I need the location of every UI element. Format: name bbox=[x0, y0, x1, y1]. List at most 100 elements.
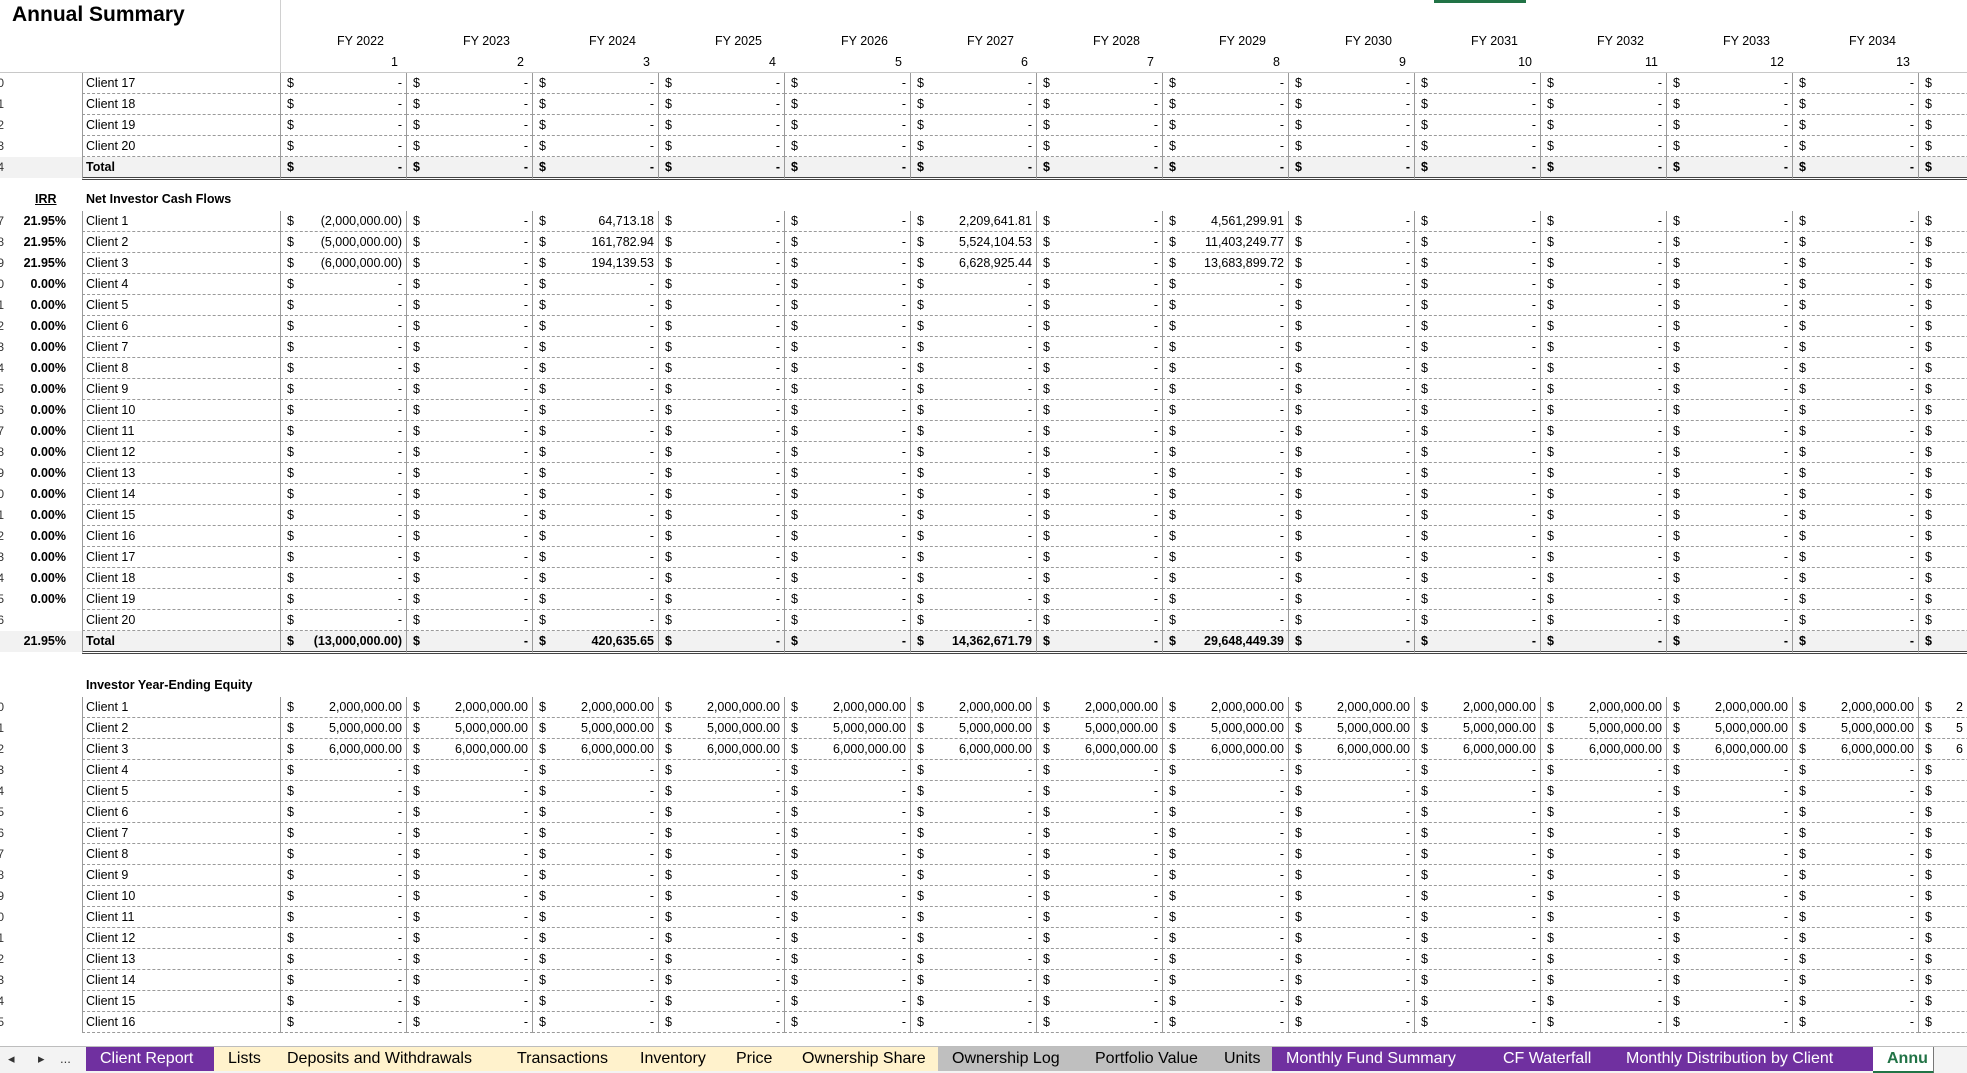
value-cell[interactable]: $ - bbox=[658, 94, 785, 115]
value-cell[interactable]: $ - bbox=[1288, 568, 1415, 589]
value-cell[interactable]: $6,000,000.00 bbox=[1162, 739, 1289, 760]
value-cell[interactable]: $ - bbox=[1792, 295, 1919, 316]
value-cell[interactable]: $ - bbox=[658, 136, 785, 157]
value-cell[interactable]: $ - bbox=[1288, 379, 1415, 400]
value-cell[interactable]: $ - bbox=[1414, 136, 1541, 157]
value-cell[interactable]: $ - bbox=[1162, 949, 1289, 970]
value-cell[interactable]: $ - bbox=[406, 157, 533, 180]
value-cell[interactable]: $ - bbox=[280, 337, 407, 358]
value-cell[interactable]: $ - bbox=[1540, 484, 1667, 505]
value-cell[interactable]: $ - bbox=[1036, 211, 1163, 232]
value-cell[interactable]: $ - bbox=[1540, 631, 1667, 654]
value-cell[interactable]: $5,000,000.00 bbox=[784, 718, 911, 739]
value-cell[interactable]: $ - bbox=[1666, 337, 1793, 358]
value-cell[interactable]: $ - bbox=[1036, 274, 1163, 295]
value-cell[interactable]: $ - bbox=[532, 73, 659, 94]
value-cell[interactable]: $ - bbox=[1414, 274, 1541, 295]
sheet-tab[interactable]: Lists bbox=[214, 1047, 274, 1071]
value-cell[interactable]: $ - bbox=[280, 760, 407, 781]
value-cell[interactable]: $ - bbox=[1666, 316, 1793, 337]
value-cell[interactable]: $ - bbox=[1036, 157, 1163, 180]
value-cell[interactable]: $ - bbox=[1792, 337, 1919, 358]
value-cell[interactable]: $ - bbox=[1792, 253, 1919, 274]
value-cell[interactable]: $ - bbox=[1036, 568, 1163, 589]
value-cell[interactable]: $ - bbox=[1162, 970, 1289, 991]
value-cell[interactable]: $ - bbox=[1540, 547, 1667, 568]
value-cell[interactable]: $ - bbox=[406, 589, 533, 610]
value-cell[interactable]: $ - bbox=[1036, 505, 1163, 526]
value-cell[interactable]: $ - bbox=[910, 379, 1037, 400]
value-cell[interactable]: $ - bbox=[1414, 970, 1541, 991]
value-cell[interactable]: $ - bbox=[1162, 442, 1289, 463]
value-cell[interactable]: $ - bbox=[1036, 316, 1163, 337]
value-cell[interactable]: $ - bbox=[1162, 886, 1289, 907]
value-cell[interactable]: $ - bbox=[784, 211, 911, 232]
value-cell[interactable]: $13,683,899.72 bbox=[1162, 253, 1289, 274]
value-cell[interactable]: $ - bbox=[1666, 844, 1793, 865]
value-cell[interactable]: $ - bbox=[658, 760, 785, 781]
value-cell[interactable]: $6,000,000.00 bbox=[532, 739, 659, 760]
value-cell[interactable]: $ - bbox=[1540, 865, 1667, 886]
value-cell[interactable]: $ - bbox=[658, 337, 785, 358]
value-cell[interactable]: $ - bbox=[658, 823, 785, 844]
value-cell[interactable]: $ - bbox=[532, 547, 659, 568]
sheet-tab[interactable]: Monthly Fund Summary bbox=[1272, 1047, 1490, 1071]
value-cell[interactable]: $ - bbox=[280, 568, 407, 589]
value-cell[interactable]: $ - bbox=[1792, 907, 1919, 928]
value-cell[interactable]: $2,000,000.00 bbox=[532, 697, 659, 718]
value-cell[interactable]: $ - bbox=[1288, 484, 1415, 505]
value-cell[interactable]: $64,713.18 bbox=[532, 211, 659, 232]
value-cell[interactable]: $ - bbox=[1792, 589, 1919, 610]
value-cell-overflow[interactable]: $ bbox=[1918, 115, 1967, 136]
value-cell[interactable]: $ - bbox=[1414, 781, 1541, 802]
value-cell[interactable]: $5,000,000.00 bbox=[658, 718, 785, 739]
value-cell[interactable]: $ - bbox=[532, 949, 659, 970]
value-cell[interactable]: $ - bbox=[658, 865, 785, 886]
value-cell[interactable]: $ - bbox=[1540, 253, 1667, 274]
value-cell[interactable]: $ - bbox=[910, 568, 1037, 589]
value-cell[interactable]: $ - bbox=[406, 802, 533, 823]
value-cell[interactable]: $ - bbox=[406, 844, 533, 865]
value-cell[interactable]: $ - bbox=[784, 823, 911, 844]
value-cell[interactable]: $ - bbox=[784, 379, 911, 400]
value-cell[interactable]: $ - bbox=[1288, 949, 1415, 970]
value-cell[interactable]: $ - bbox=[1666, 907, 1793, 928]
value-cell[interactable]: $ - bbox=[658, 1012, 785, 1033]
value-cell[interactable]: $ - bbox=[1288, 400, 1415, 421]
value-cell[interactable]: $ - bbox=[658, 568, 785, 589]
value-cell[interactable]: $ - bbox=[1792, 115, 1919, 136]
value-cell[interactable]: $ - bbox=[784, 484, 911, 505]
value-cell[interactable]: $ - bbox=[532, 907, 659, 928]
value-cell[interactable]: $ - bbox=[1288, 337, 1415, 358]
value-cell[interactable]: $ - bbox=[1540, 823, 1667, 844]
value-cell[interactable]: $ - bbox=[1414, 1012, 1541, 1033]
value-cell[interactable]: $ - bbox=[406, 1012, 533, 1033]
value-cell[interactable]: $ - bbox=[1288, 442, 1415, 463]
value-cell-overflow[interactable]: $ bbox=[1918, 844, 1967, 865]
value-cell-overflow[interactable]: $ bbox=[1918, 253, 1967, 274]
value-cell[interactable]: $ - bbox=[1036, 400, 1163, 421]
value-cell[interactable]: $ - bbox=[910, 886, 1037, 907]
value-cell[interactable]: $ - bbox=[1414, 337, 1541, 358]
value-cell[interactable]: $ - bbox=[1540, 1012, 1667, 1033]
sheet-tab[interactable]: Units bbox=[1210, 1047, 1273, 1071]
value-cell[interactable]: $ - bbox=[1540, 907, 1667, 928]
value-cell[interactable]: $ - bbox=[406, 568, 533, 589]
value-cell[interactable]: $ - bbox=[1792, 823, 1919, 844]
value-cell-overflow[interactable]: $ bbox=[1918, 157, 1967, 180]
value-cell[interactable]: $ - bbox=[658, 400, 785, 421]
scroll-right-icon[interactable]: ▸ bbox=[38, 1051, 45, 1067]
value-cell[interactable]: $ - bbox=[406, 526, 533, 547]
value-cell[interactable]: $ - bbox=[532, 463, 659, 484]
value-cell[interactable]: $ - bbox=[658, 232, 785, 253]
value-cell[interactable]: $ - bbox=[1666, 865, 1793, 886]
sheet-tab[interactable]: Price bbox=[722, 1047, 789, 1071]
value-cell[interactable]: $ - bbox=[1666, 463, 1793, 484]
value-cell[interactable]: $ - bbox=[784, 442, 911, 463]
value-cell-overflow[interactable]: $ bbox=[1918, 991, 1967, 1012]
value-cell[interactable]: $ - bbox=[1162, 991, 1289, 1012]
value-cell[interactable]: $ - bbox=[532, 928, 659, 949]
value-cell[interactable]: $ - bbox=[1288, 865, 1415, 886]
value-cell[interactable]: $ - bbox=[1162, 421, 1289, 442]
value-cell[interactable]: $ - bbox=[1036, 358, 1163, 379]
